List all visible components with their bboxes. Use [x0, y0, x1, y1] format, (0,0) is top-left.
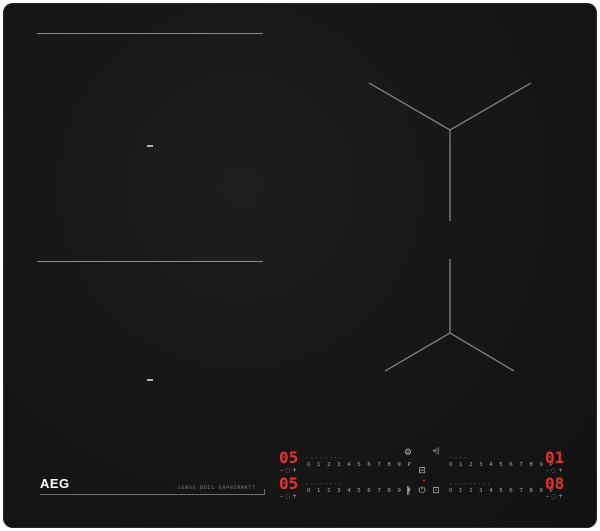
hob2hood-icon[interactable]: ⩤	[431, 448, 441, 457]
zone-mark-right-top-right-arm	[449, 82, 532, 131]
power-display-rear-right: 08	[545, 474, 565, 493]
level-bar-rear-right: ---------	[449, 480, 492, 488]
timer-controls-rear-right[interactable]: – ◌ +	[546, 494, 563, 500]
power-slider-front-left[interactable]: 0 1 2 3 4 5 6 7 8 9 P	[307, 462, 413, 468]
brand-underline-tick	[264, 489, 265, 495]
model-name: SENSE BOIL SAPHIRMATT	[178, 486, 256, 491]
power-icon[interactable]: ⏻	[417, 487, 427, 496]
bridge-icon[interactable]: ⚙	[403, 449, 413, 458]
right-zones-markings	[368, 82, 532, 372]
level-bar-front-left: --------	[305, 454, 343, 462]
power-display-rear-left: 05	[279, 474, 299, 493]
power-display-front-left: 05	[279, 448, 299, 467]
pause-icon[interactable]: ∥	[403, 487, 413, 496]
power-slider-rear-right[interactable]: 0 1 2 3 4 5 6 7 8 9 P	[449, 488, 555, 494]
brand-underline	[40, 494, 265, 495]
level-bar-rear-left: --------	[305, 480, 343, 488]
zone-mark-right-top-left-arm	[368, 82, 451, 131]
indicator-dot: •	[421, 477, 427, 485]
zone-mark-right-bottom-right-arm	[449, 332, 515, 372]
stopgo-icon[interactable]: ⊟	[417, 467, 427, 476]
zone-mark-right-bottom-left-arm	[384, 332, 451, 372]
brand-logo: AEG	[40, 476, 70, 491]
level-bar-front-right: ----	[449, 454, 468, 462]
lock-icon[interactable]: ⊡	[431, 487, 441, 496]
power-slider-front-right[interactable]: 0 1 2 3 4 5 6 7 8 9 P	[449, 462, 555, 468]
power-slider-rear-left[interactable]: 0 1 2 3 4 5 6 7 8 9 P	[307, 488, 413, 494]
induction-hob-glass: AEG SENSE BOIL SAPHIRMATT 05 -------- 0 …	[3, 3, 597, 528]
power-display-front-right: 01	[545, 448, 565, 467]
timer-controls-rear-left[interactable]: – ◌ +	[280, 494, 297, 500]
